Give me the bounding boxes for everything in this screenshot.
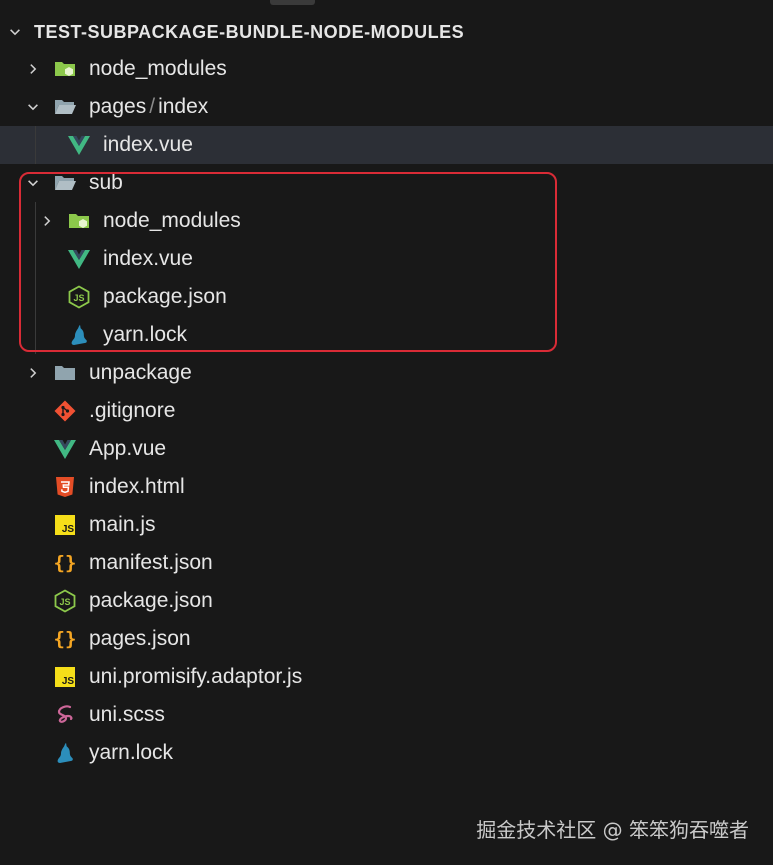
tree-item-label: .gitignore: [89, 399, 176, 422]
tree-item[interactable]: index.html: [0, 468, 773, 506]
chevron-down-icon[interactable]: [6, 23, 24, 41]
tree-item[interactable]: unpackage: [0, 354, 773, 392]
svg-text:JS: JS: [59, 597, 70, 607]
yarn-icon: [52, 740, 78, 766]
file-tree: node_modules pages / index index.vue sub node_…: [0, 50, 773, 772]
svg-text:{}: {}: [54, 552, 77, 574]
html5-icon: [52, 474, 78, 500]
sass-icon: [52, 702, 78, 728]
tree-item[interactable]: node_modules: [0, 202, 773, 240]
explorer-title: TEST-SUBPACKAGE-BUNDLE-NODE-MODULES: [34, 22, 465, 42]
tree-item[interactable]: App.vue: [0, 430, 773, 468]
yarn-icon: [66, 322, 92, 348]
vue-icon: [52, 436, 78, 462]
indent-guide: [35, 202, 36, 240]
explorer-section-header[interactable]: TEST-SUBPACKAGE-BUNDLE-NODE-MODULES: [0, 14, 773, 50]
tree-item-label: manifest.json: [89, 551, 213, 574]
tree-item-label: pages.json: [89, 627, 191, 650]
tree-item-label: yarn.lock: [103, 323, 188, 346]
tree-item-label: node_modules: [89, 57, 227, 80]
folder-icon: [52, 360, 78, 386]
tree-item[interactable]: JS uni.promisify.adaptor.js: [0, 658, 773, 696]
git-icon: [52, 398, 78, 424]
tree-item-label: index.vue: [103, 247, 193, 270]
svg-text:JS: JS: [73, 293, 84, 303]
vue-icon: [66, 132, 92, 158]
tree-item[interactable]: JS package.json: [0, 582, 773, 620]
tree-item-label: main.js: [89, 513, 156, 536]
nodejs-icon: JS: [66, 284, 92, 310]
indent-guide: [35, 126, 36, 164]
vue-icon: [66, 246, 92, 272]
tree-item-label: index.html: [89, 475, 185, 498]
tree-item-label: sub: [89, 171, 123, 194]
indent-guide: [35, 278, 36, 316]
tree-item[interactable]: yarn.lock: [0, 316, 773, 354]
file-explorer: TEST-SUBPACKAGE-BUNDLE-NODE-MODULES node…: [0, 14, 773, 772]
folder-open-icon: [52, 170, 78, 196]
tree-item[interactable]: yarn.lock: [0, 734, 773, 772]
tree-item-label: App.vue: [89, 437, 167, 460]
nodejs-icon: JS: [52, 588, 78, 614]
tree-item-label: node_modules: [103, 209, 241, 232]
tree-item[interactable]: pages / index: [0, 88, 773, 126]
node-folder-icon: [52, 56, 78, 82]
tree-item[interactable]: index.vue: [0, 126, 773, 164]
json-braces-icon: {}: [52, 626, 78, 652]
panel-drag-handle[interactable]: [270, 0, 315, 5]
js-icon: JS: [52, 664, 78, 690]
svg-text:JS: JS: [62, 524, 75, 535]
tree-item-label: pages: [89, 95, 147, 118]
json-braces-icon: {}: [52, 550, 78, 576]
js-icon: JS: [52, 512, 78, 538]
indent-guide: [35, 240, 36, 278]
svg-text:JS: JS: [62, 676, 75, 687]
tree-item-label[interactable]: index: [158, 88, 208, 126]
tree-item[interactable]: index.vue: [0, 240, 773, 278]
tree-item[interactable]: JS main.js: [0, 506, 773, 544]
compact-folder-separator: /: [149, 95, 156, 118]
tree-item[interactable]: node_modules: [0, 50, 773, 88]
chevron-right-icon[interactable]: [24, 60, 42, 78]
folder-open-icon: [52, 94, 78, 120]
tree-item[interactable]: JS package.json: [0, 278, 773, 316]
indent-guide: [35, 316, 36, 354]
tree-item[interactable]: {} manifest.json: [0, 544, 773, 582]
watermark: 掘金技术社区 @ 笨笨狗吞噬者: [476, 818, 749, 842]
tree-item-label: index.vue: [103, 133, 193, 156]
tree-item-label: yarn.lock: [89, 741, 174, 764]
node-folder-icon: [66, 208, 92, 234]
tree-item[interactable]: uni.scss: [0, 696, 773, 734]
tree-item[interactable]: .gitignore: [0, 392, 773, 430]
tree-item-label: package.json: [103, 285, 227, 308]
tree-item[interactable]: sub: [0, 164, 773, 202]
tree-item[interactable]: {} pages.json: [0, 620, 773, 658]
tree-item-label: unpackage: [89, 361, 192, 384]
tree-item-label: package.json: [89, 589, 213, 612]
chevron-right-icon[interactable]: [24, 364, 42, 382]
chevron-down-icon[interactable]: [24, 174, 42, 192]
tree-item-label: uni.scss: [89, 703, 165, 726]
svg-text:{}: {}: [54, 628, 77, 650]
chevron-right-icon[interactable]: [38, 212, 56, 230]
tree-item-label: uni.promisify.adaptor.js: [89, 665, 303, 688]
chevron-down-icon[interactable]: [24, 98, 42, 116]
